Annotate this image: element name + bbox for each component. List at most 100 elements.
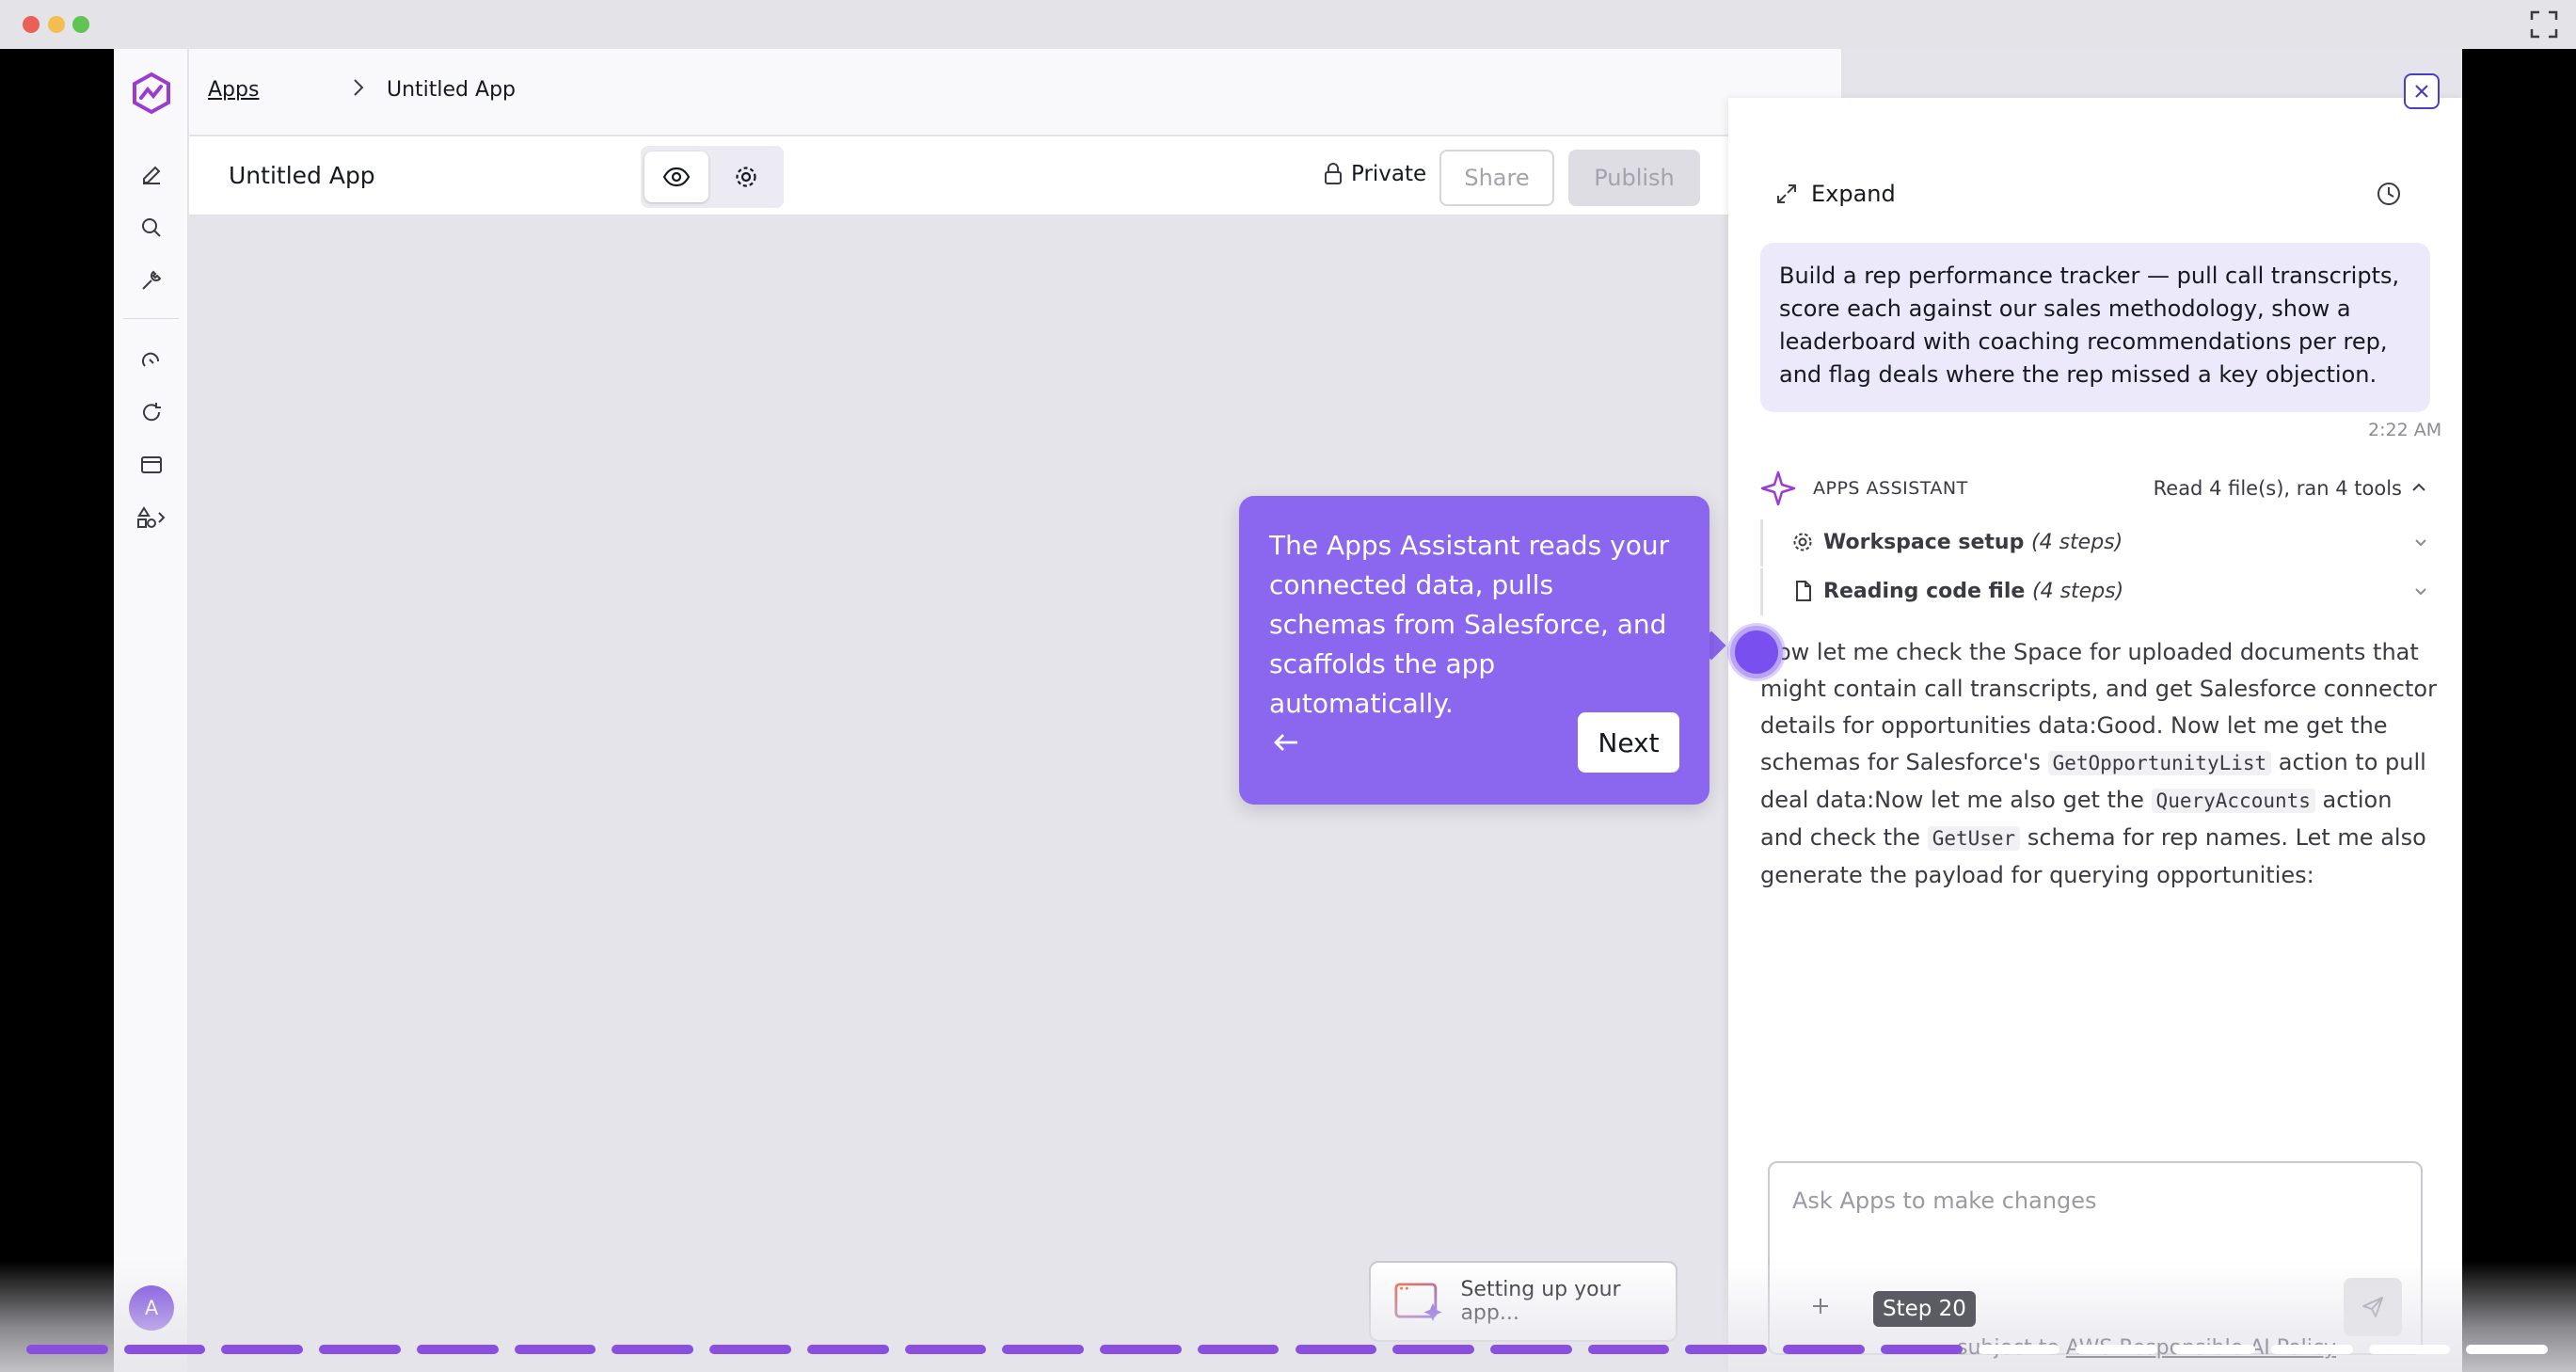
- nav-divider: [123, 318, 179, 319]
- progress-segment[interactable]: [806, 1345, 889, 1354]
- chevron-down-icon: [2415, 539, 2426, 547]
- chevron-up-icon: [2412, 483, 2425, 491]
- composer: [1768, 1161, 2423, 1355]
- progress-segment[interactable]: [2075, 1345, 2158, 1354]
- expand-button[interactable]: Expand: [1775, 181, 1896, 207]
- code-query-accounts: QueryAccounts: [2151, 789, 2315, 813]
- assistant-name: APPS ASSISTANT: [1813, 478, 1968, 499]
- tour-tooltip: The Apps Assistant reads your connected …: [1239, 496, 1709, 805]
- progress-segment[interactable]: [319, 1345, 401, 1354]
- progress-segment[interactable]: [1489, 1345, 1572, 1354]
- progress-segment[interactable]: [2466, 1345, 2548, 1354]
- close-panel-button[interactable]: [2404, 73, 2440, 109]
- app-window-icon[interactable]: [133, 446, 170, 484]
- progress-segment[interactable]: [1295, 1345, 1377, 1354]
- app-build-icon: [1394, 1283, 1442, 1321]
- progress-segment[interactable]: [26, 1345, 108, 1354]
- user-message: Build a rep performance tracker — pull c…: [1760, 243, 2430, 412]
- left-nav: A: [114, 49, 188, 1372]
- progress-segment[interactable]: [416, 1345, 499, 1354]
- progress-segment[interactable]: [709, 1345, 791, 1354]
- search-icon[interactable]: [133, 209, 170, 247]
- preview-button[interactable]: [644, 152, 708, 202]
- assistant-summary: Read 4 file(s), ran 4 tools: [2153, 477, 2402, 500]
- expand-label: Expand: [1811, 181, 1896, 207]
- progress-segment[interactable]: [221, 1345, 304, 1354]
- chevron-down-icon: [2415, 588, 2426, 596]
- share-button[interactable]: Share: [1439, 150, 1554, 206]
- message-timestamp: 2:22 AM: [2368, 420, 2442, 440]
- arrow-left-icon: [1274, 734, 1297, 751]
- setup-toast[interactable]: Setting up your app...: [1369, 1261, 1678, 1342]
- progress-segment[interactable]: [123, 1345, 206, 1354]
- send-button[interactable]: [2344, 1278, 2402, 1336]
- progress-segment[interactable]: [2270, 1345, 2353, 1354]
- window-minimize-button[interactable]: [48, 16, 65, 33]
- gear-icon: [736, 167, 756, 187]
- tour-back-button[interactable]: [1265, 722, 1307, 763]
- progress-segment[interactable]: [1783, 1345, 1865, 1354]
- privacy-label: Private: [1351, 162, 1427, 186]
- file-icon: [1796, 581, 1811, 601]
- progress-segment[interactable]: [1392, 1345, 1474, 1354]
- toast-text: Setting up your app...: [1460, 1278, 1621, 1325]
- tour-next-button[interactable]: Next: [1578, 712, 1679, 773]
- progress-segment[interactable]: [2173, 1345, 2255, 1354]
- sparkle-icon: [1760, 471, 1796, 506]
- privacy-status[interactable]: Private: [1323, 162, 1426, 186]
- step-workspace-setup[interactable]: Workspace setup (4 steps): [1760, 519, 2430, 566]
- tour-hotspot[interactable]: [1730, 626, 1783, 678]
- tour-text: The Apps Assistant reads your connected …: [1269, 530, 1670, 719]
- code-get-user: GetUser: [1927, 826, 2021, 851]
- progress-segment[interactable]: [904, 1345, 987, 1354]
- page-title: Untitled App: [229, 162, 375, 189]
- progress-segment[interactable]: [612, 1345, 694, 1354]
- progress-segment[interactable]: [2368, 1345, 2451, 1354]
- window-zoom-button[interactable]: [72, 16, 89, 33]
- ai-edit-icon[interactable]: [133, 341, 170, 378]
- progress-segment[interactable]: [1100, 1345, 1182, 1354]
- send-icon: [2362, 1297, 2383, 1317]
- progress-segment[interactable]: [1197, 1345, 1280, 1354]
- window-titlebar: [0, 0, 2576, 49]
- view-toggle-group: [641, 146, 784, 208]
- chevron-right-icon: [354, 79, 364, 96]
- pencil-icon[interactable]: [133, 156, 170, 194]
- fullscreen-icon[interactable]: [2529, 9, 2559, 40]
- letterbox-left: [0, 49, 114, 1372]
- step-reading-code-file[interactable]: Reading code file (4 steps): [1760, 568, 2430, 615]
- progress-segment[interactable]: [1880, 1345, 1963, 1354]
- eye-icon: [662, 167, 691, 187]
- breadcrumb: Apps Untitled App: [189, 49, 1841, 136]
- breadcrumb-apps-link[interactable]: Apps: [208, 78, 259, 102]
- step-title: Workspace setup (4 steps): [1823, 531, 2123, 554]
- window-close-button[interactable]: [23, 16, 40, 33]
- expand-icon: [1777, 184, 1796, 203]
- attach-button[interactable]: [1804, 1289, 1837, 1323]
- settings-button[interactable]: [714, 152, 778, 202]
- progress-segment[interactable]: [1978, 1345, 2060, 1354]
- progress-segment[interactable]: [514, 1345, 596, 1354]
- letterbox-right: [2462, 49, 2576, 1372]
- publish-button[interactable]: Publish: [1568, 150, 1700, 206]
- close-icon: [2415, 85, 2428, 98]
- gear-icon: [1793, 533, 1812, 551]
- chat-refresh-icon[interactable]: [133, 393, 170, 431]
- app-toolbar: Untitled App Private Share Publish: [189, 136, 1732, 215]
- plus-icon: [1813, 1299, 1828, 1314]
- progress-segment[interactable]: [1587, 1345, 1670, 1354]
- tools-icon[interactable]: [133, 262, 170, 299]
- avatar[interactable]: A: [129, 1285, 174, 1331]
- tour-progress-bar: [26, 1345, 2557, 1354]
- composer-input[interactable]: [1792, 1188, 2394, 1214]
- shapes-icon[interactable]: [133, 499, 170, 536]
- assistant-header[interactable]: APPS ASSISTANT Read 4 file(s), ran 4 too…: [1760, 471, 2430, 508]
- app-logo-icon[interactable]: [130, 72, 173, 115]
- progress-segment[interactable]: [1685, 1345, 1768, 1354]
- assistant-panel: Expand Build a rep performance tracker —…: [1728, 98, 2462, 1372]
- lock-icon: [1325, 163, 1342, 184]
- breadcrumb-current: Untitled App: [387, 78, 516, 102]
- progress-segment[interactable]: [1002, 1345, 1085, 1354]
- step-title: Reading code file (4 steps): [1823, 580, 2124, 603]
- history-icon[interactable]: [2376, 181, 2402, 207]
